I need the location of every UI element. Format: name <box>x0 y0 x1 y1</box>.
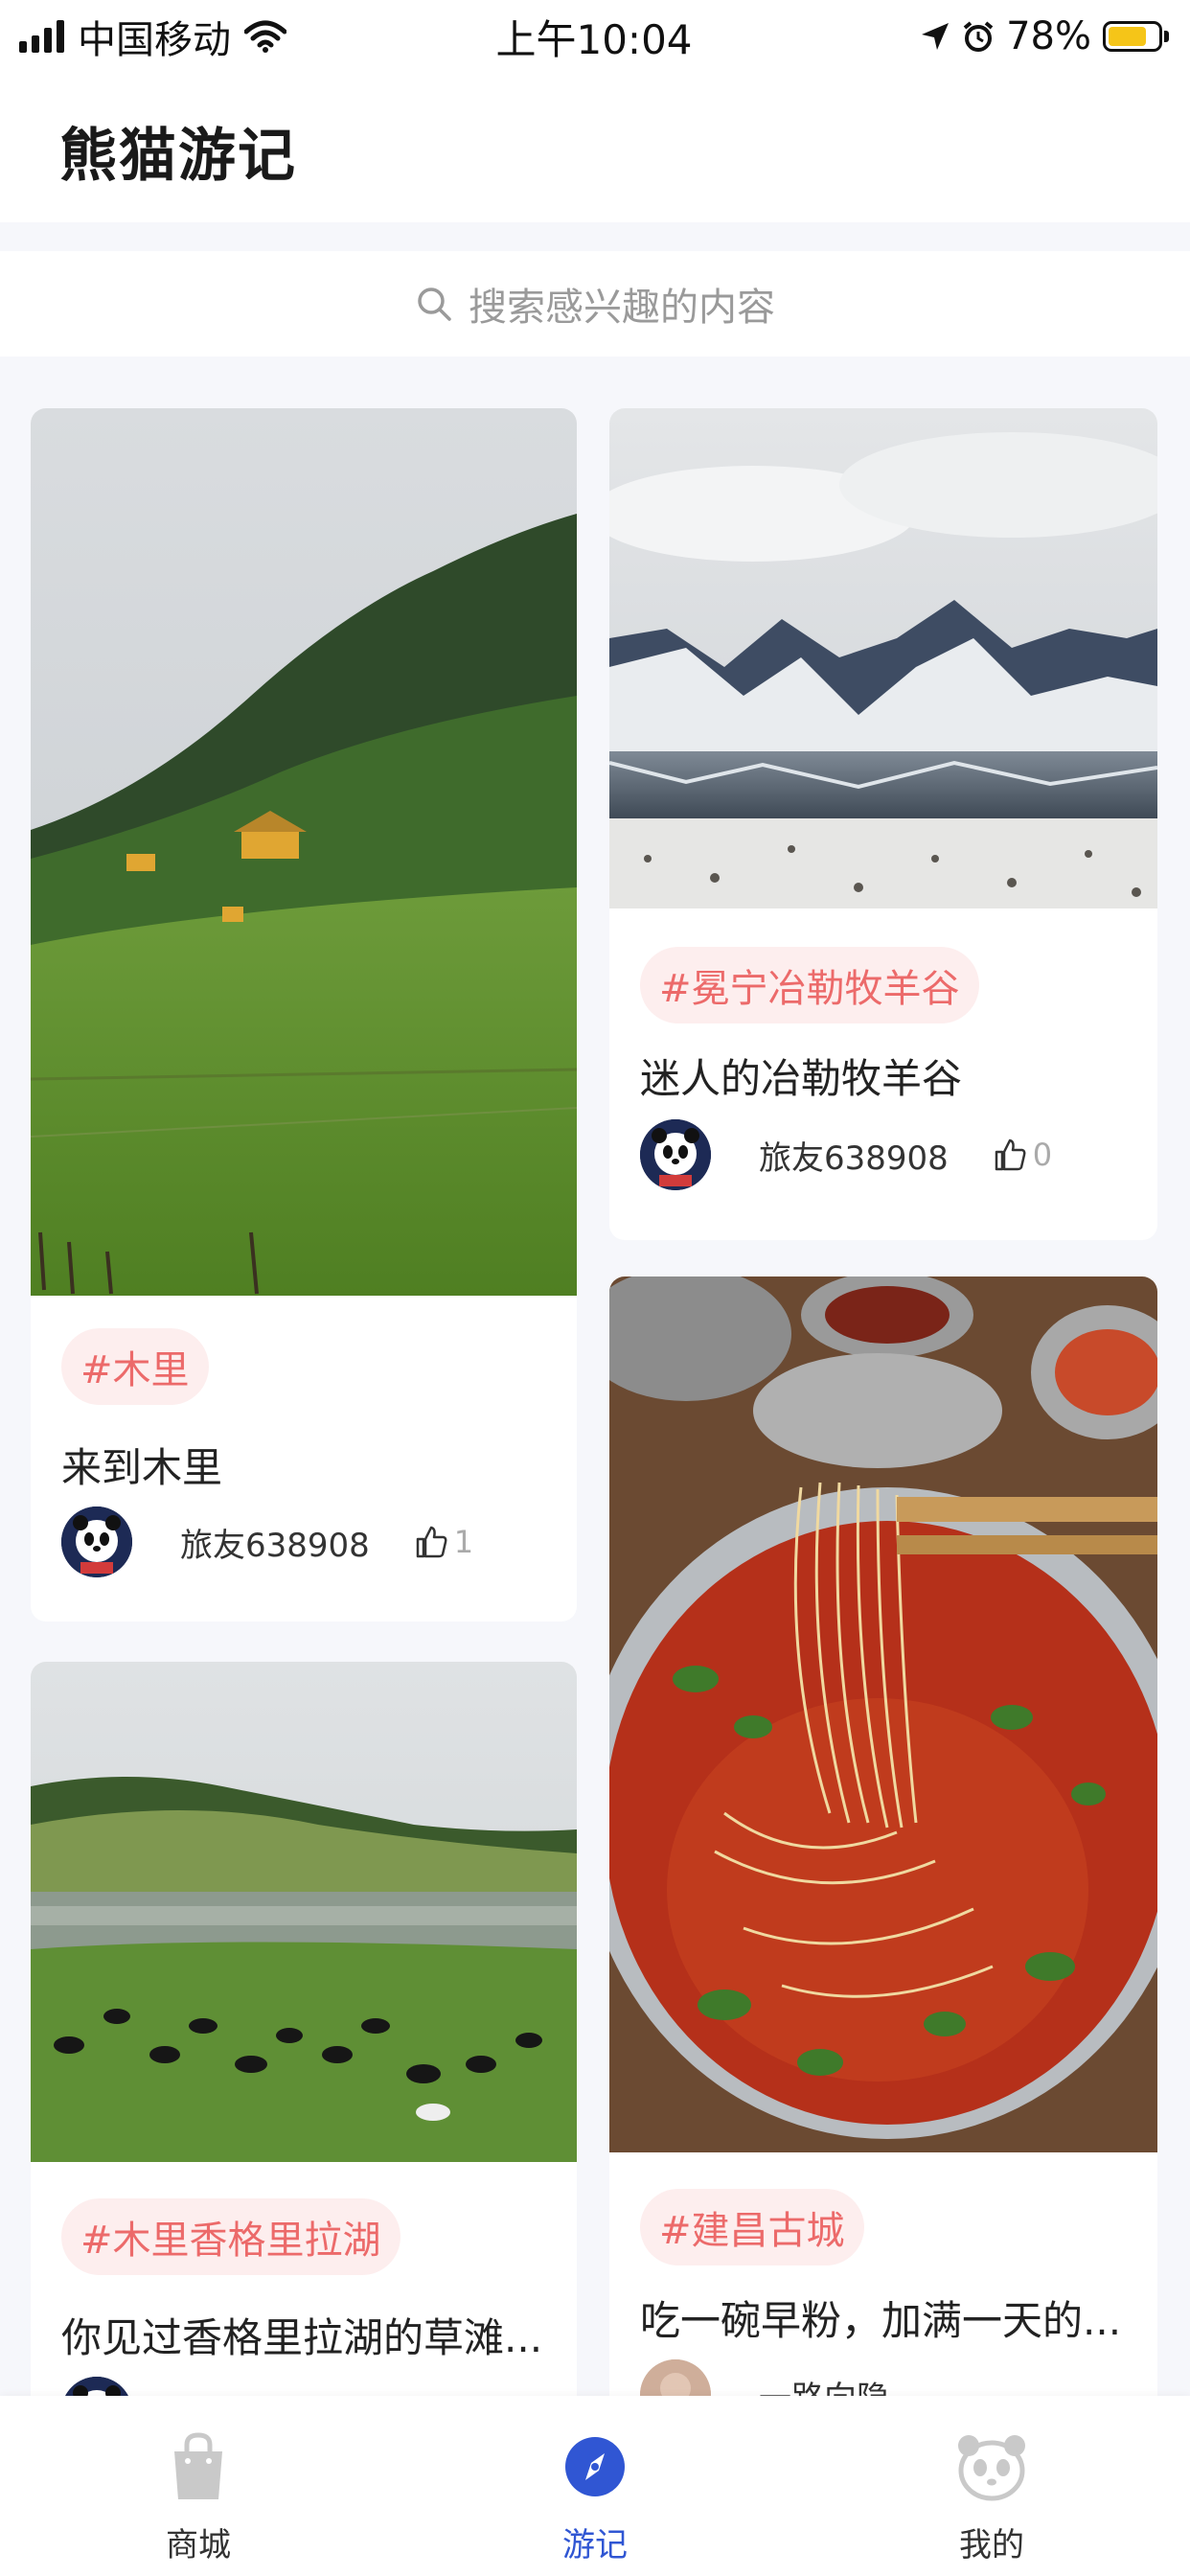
wifi-icon <box>244 20 286 53</box>
author-row <box>61 2377 132 2396</box>
avatar[interactable] <box>61 1506 132 1577</box>
battery-icon <box>1103 21 1169 52</box>
mountain-monastery-photo <box>31 408 577 1296</box>
search-icon <box>418 288 451 321</box>
noodle-bowl-photo <box>609 1276 1157 2152</box>
tab-profile[interactable]: 我的 <box>793 2396 1190 2576</box>
note-card[interactable]: #建昌古城 吃一碗早粉，加满一天的... 一路向隐 <box>609 1276 1157 2396</box>
carrier-name: 中国移动 <box>78 18 231 62</box>
search-placeholder: 搜索感兴趣的内容 <box>469 286 775 330</box>
user-avatar-photo <box>640 2359 711 2396</box>
panda-avatar-icon <box>61 1506 132 1577</box>
compass-icon <box>565 2437 625 2496</box>
thumbs-up-icon <box>995 1138 1026 1171</box>
avatar[interactable] <box>640 2359 711 2396</box>
avatar[interactable] <box>640 1119 711 1190</box>
tab-travel-notes[interactable]: 游记 <box>397 2396 793 2576</box>
travel-note-feed: #木里 来到木里 旅友638908 1 #木里香格里拉湖 你见过香格里拉湖的草滩… <box>0 356 1190 2396</box>
tab-label: 商城 <box>166 2526 231 2564</box>
like-button[interactable]: 0 <box>993 1137 1052 1173</box>
note-title: 吃一碗早粉，加满一天的... <box>640 2297 1122 2344</box>
status-time: 上午10:04 <box>495 15 693 63</box>
page-title: 熊猫游记 <box>59 123 297 190</box>
panda-avatar-icon <box>640 1119 711 1190</box>
like-count: 1 <box>453 1524 474 1560</box>
note-card[interactable]: #木里香格里拉湖 你见过香格里拉湖的草滩... <box>31 1662 577 2396</box>
avatar[interactable] <box>61 2377 132 2396</box>
bottom-tab-bar: 商城 游记 我的 <box>0 2396 1190 2576</box>
panda-avatar-icon <box>61 2377 132 2396</box>
search-bar[interactable]: 搜索感兴趣的内容 <box>0 251 1190 356</box>
status-bar: 中国移动 上午10:04 78% <box>0 0 1190 73</box>
panda-icon <box>958 2435 1025 2501</box>
topic-tag[interactable]: #冕宁冶勒牧羊谷 <box>640 947 979 1024</box>
alarm-icon <box>963 21 994 52</box>
author-name[interactable]: 旅友638908 <box>759 1132 949 1179</box>
author-name[interactable]: 旅友638908 <box>180 1519 370 1566</box>
note-title: 来到木里 <box>61 1444 223 1491</box>
note-card[interactable]: #木里 来到木里 旅友638908 1 <box>31 408 577 1622</box>
author-row: 旅友638908 1 <box>61 1506 473 1577</box>
like-count: 0 <box>1032 1137 1053 1173</box>
battery-percent: 78% <box>1006 14 1091 58</box>
topic-tag[interactable]: #建昌古城 <box>640 2189 864 2266</box>
note-title: 迷人的冶勒牧羊谷 <box>640 1055 963 1102</box>
shopping-bag-icon <box>174 2432 222 2499</box>
tab-label: 我的 <box>959 2526 1024 2564</box>
topic-tag[interactable]: #木里 <box>61 1328 209 1405</box>
topic-tag[interactable]: #木里香格里拉湖 <box>61 2198 400 2275</box>
author-name[interactable]: 一路向隐 <box>759 2372 889 2397</box>
note-title: 你见过香格里拉湖的草滩... <box>61 2314 543 2361</box>
tab-mall[interactable]: 商城 <box>0 2396 397 2576</box>
author-row: 一路向隐 <box>640 2359 889 2396</box>
lake-yak-pasture-photo <box>31 1662 577 2162</box>
snowy-mountain-lake-photo <box>609 408 1157 908</box>
note-card[interactable]: #冕宁冶勒牧羊谷 迷人的冶勒牧羊谷 旅友638908 0 <box>609 408 1157 1240</box>
like-button[interactable]: 1 <box>414 1524 473 1560</box>
cellular-signal-icon <box>19 20 64 53</box>
tab-label: 游记 <box>562 2526 628 2564</box>
location-arrow-icon <box>922 23 950 50</box>
thumbs-up-icon <box>416 1526 447 1558</box>
author-row: 旅友638908 0 <box>640 1119 1052 1190</box>
app-header: 熊猫游记 <box>0 73 1190 222</box>
